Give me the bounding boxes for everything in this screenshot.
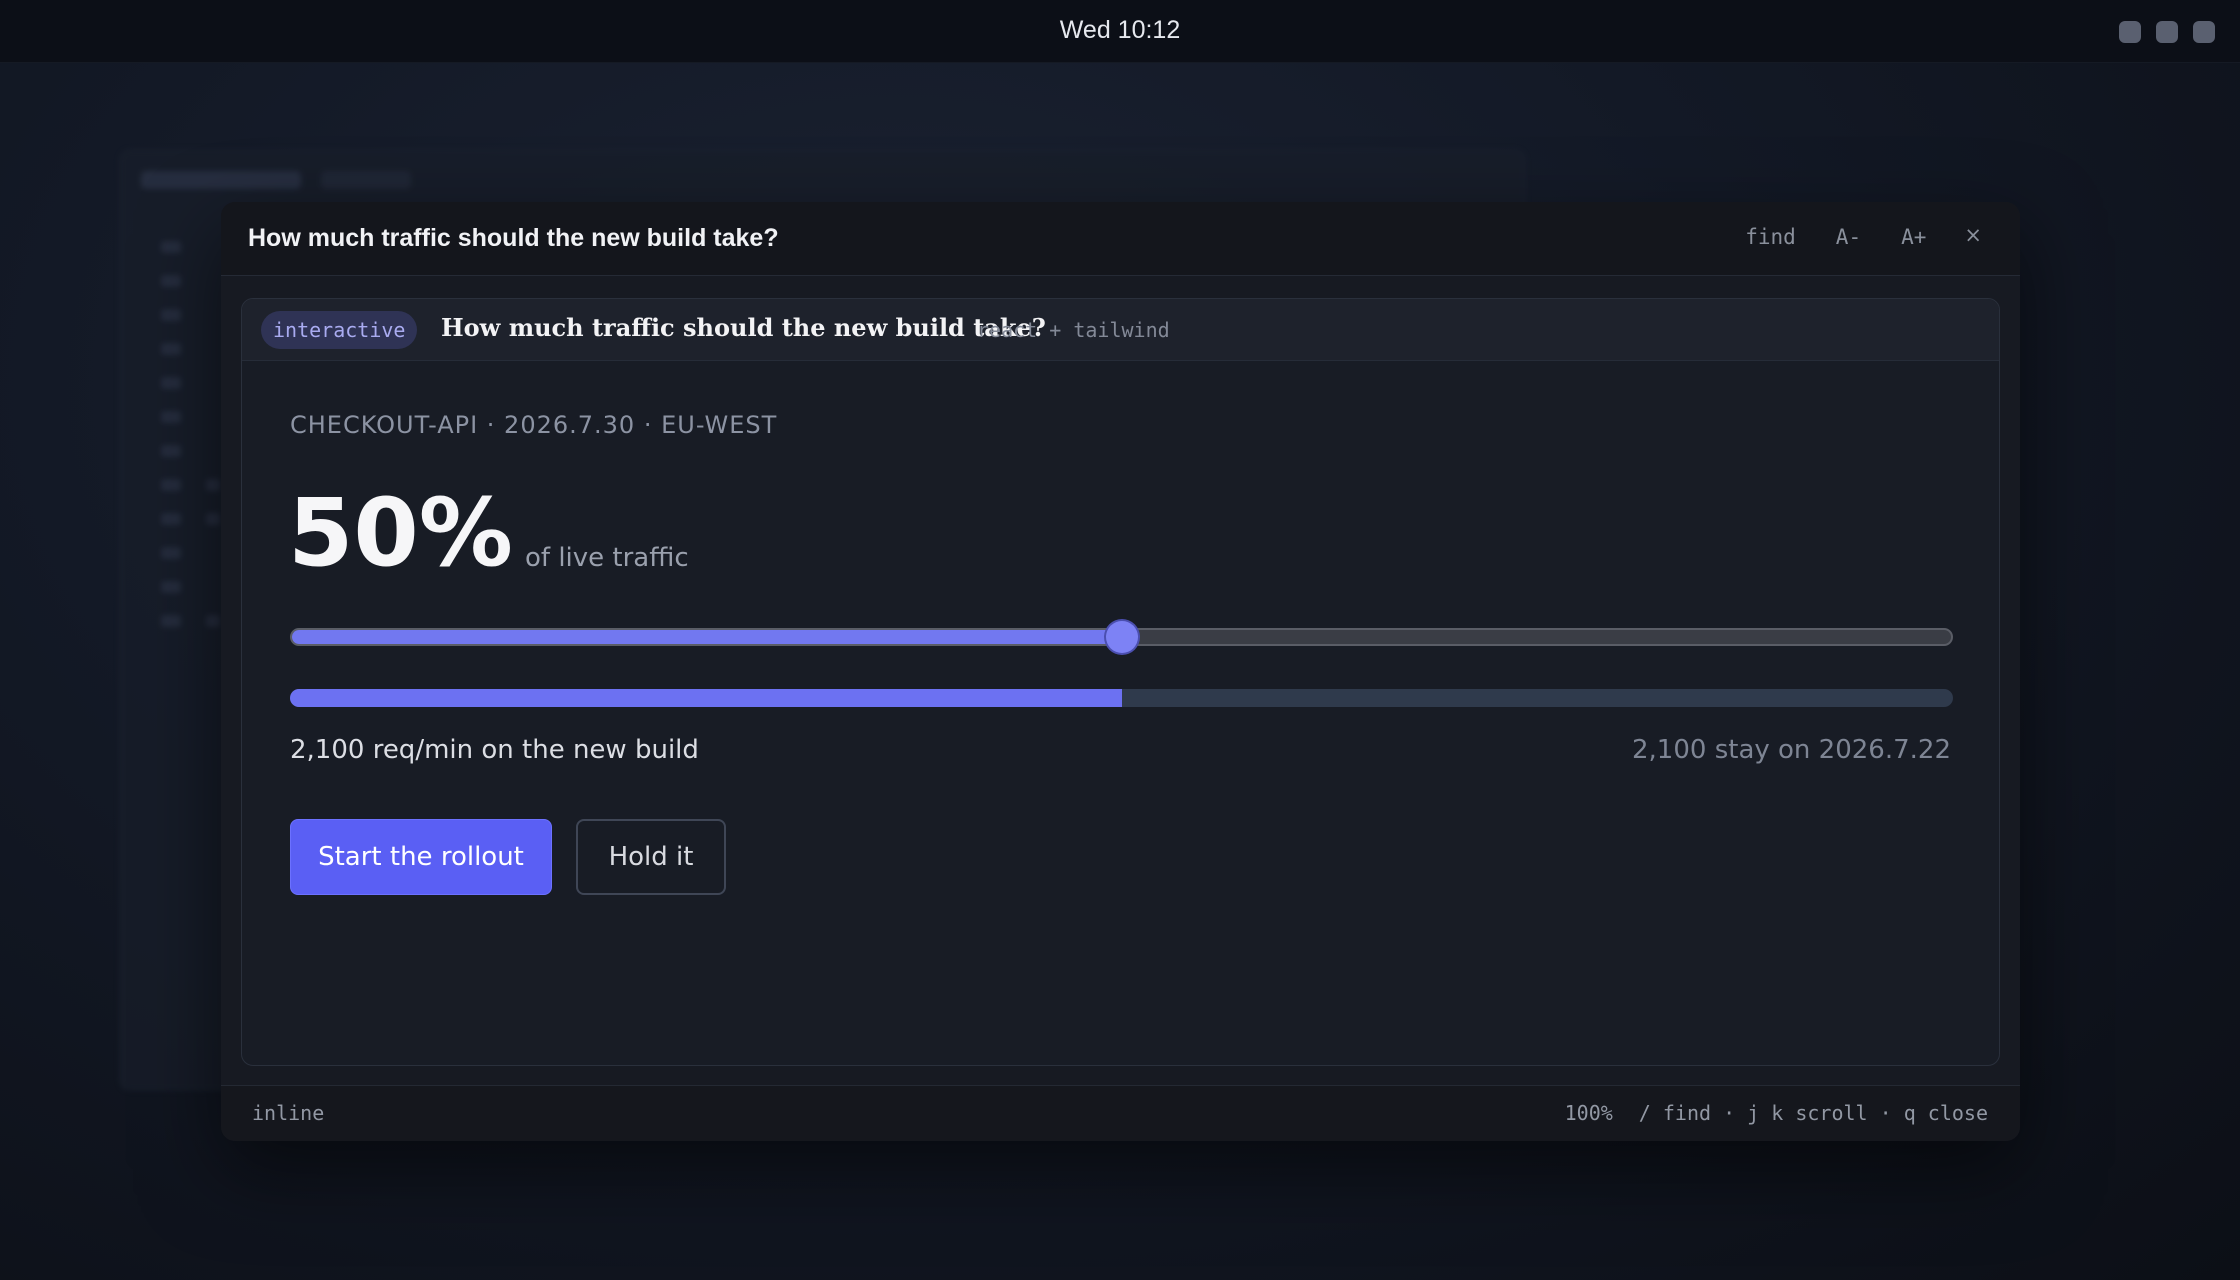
increase-font-button[interactable]: A+ [1881,223,1946,251]
traffic-slider-thumb[interactable] [1105,621,1138,653]
close-icon[interactable]: × [1946,223,2000,251]
find-button[interactable]: find [1725,223,1816,251]
system-top-bar: Wed 10:12 [0,0,2240,63]
decrease-font-button[interactable]: A- [1816,223,1881,251]
zoom-level: 100% [1564,1101,1613,1125]
desktop: Wed 10:12 How much traffic should the ne… [0,0,2240,1280]
modal-header: How much traffic should the new build ta… [221,202,2020,276]
hold-button[interactable]: Hold it [576,819,726,895]
tray-indicator-icon[interactable] [2156,21,2178,43]
modal-title: How much traffic should the new build ta… [248,224,779,252]
start-rollout-button[interactable]: Start the rollout [290,819,552,895]
old-build-stat: 2,100 stay on 2026.7.22 [1632,735,1951,765]
traffic-percent-caption: of live traffic [525,543,689,573]
artifact-card-header: interactive How much traffic should the … [242,299,1999,361]
interactive-badge: interactive [261,311,418,349]
tech-stack-label: react + tailwind [977,318,1170,342]
tray-indicator-icon[interactable] [2119,21,2141,43]
footer-status: 100% / find · j k scroll · q close [1565,1101,1988,1125]
artifact-viewer-modal: How much traffic should the new build ta… [221,202,2020,1141]
traffic-slider[interactable] [290,621,1953,653]
traffic-slider-fill [292,630,1122,644]
keyboard-shortcuts-hint: / find · j k scroll · q close [1638,1101,1988,1125]
render-mode-label: inline [252,1101,325,1125]
traffic-split-fill [290,689,1122,707]
artifact-card: interactive How much traffic should the … [241,298,2000,1066]
system-tray [2119,21,2215,43]
artifact-title: How much traffic should the new build ta… [441,313,1046,342]
header-actions: find A- A+ × [1725,223,2000,251]
modal-footer: inline 100% / find · j k scroll · q clos… [221,1085,2020,1141]
tray-indicator-icon[interactable] [2193,21,2215,43]
service-eyebrow: CHECKOUT-API · 2026.7.30 · EU-WEST [290,411,778,439]
traffic-split-bar [290,689,1953,707]
system-clock[interactable]: Wed 10:12 [0,16,2240,45]
traffic-percent: 50% [288,479,513,588]
new-build-stat: 2,100 req/min on the new build [290,735,699,765]
